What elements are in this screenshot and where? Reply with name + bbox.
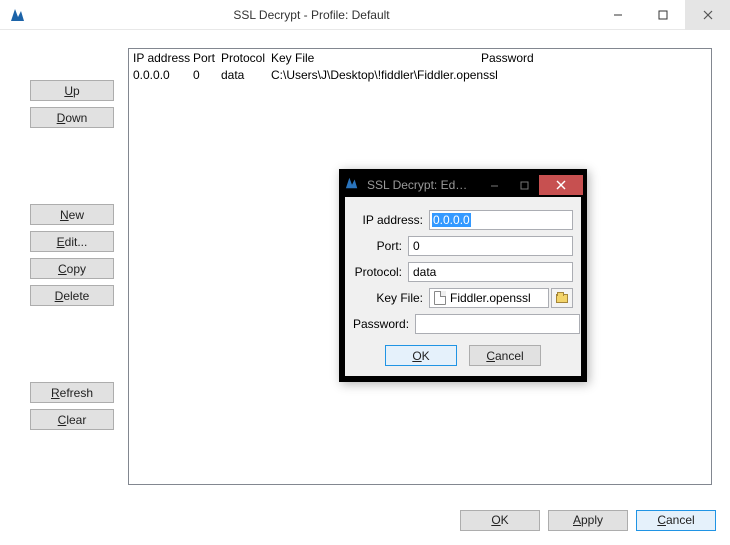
window-title: SSL Decrypt - Profile: Default [28, 8, 595, 22]
dialog-close-button[interactable] [539, 175, 583, 195]
new-label-rest: ew [69, 208, 84, 222]
protocol-field[interactable] [408, 262, 573, 282]
ip-value: 0.0.0.0 [432, 213, 471, 227]
up-button[interactable]: Up [30, 80, 114, 101]
edit-dialog: SSL Decrypt: Ed… IP address: 0.0.0.0 Por… [339, 169, 587, 382]
dialog-app-icon [345, 176, 363, 194]
window-titlebar: SSL Decrypt - Profile: Default [0, 0, 730, 30]
edit-button[interactable]: Edit... [30, 231, 114, 252]
label-password: Password: [353, 317, 409, 331]
delete-button[interactable]: Delete [30, 285, 114, 306]
header-ip: IP address [133, 51, 193, 65]
dialog-maximize-button[interactable] [509, 175, 539, 195]
maximize-button[interactable] [640, 0, 685, 30]
down-label-rest: own [65, 111, 87, 125]
window-controls [595, 0, 730, 30]
copy-button[interactable]: Copy [30, 258, 114, 279]
ok-button[interactable]: OK [460, 510, 540, 531]
label-port: Port: [353, 239, 402, 253]
cell-protocol: data [221, 68, 271, 82]
table-row[interactable]: 0.0.0.0 0 data C:\Users\J\Desktop\!fiddl… [129, 67, 711, 83]
new-button[interactable]: New [30, 204, 114, 225]
clear-label-rest: lear [66, 413, 86, 427]
dialog-ok-button[interactable]: OK [385, 345, 457, 366]
cell-port: 0 [193, 68, 221, 82]
dialog-form: IP address: 0.0.0.0 Port: Protocol: Key … [345, 201, 581, 376]
label-ip: IP address: [353, 213, 423, 227]
dialog-minimize-button[interactable] [479, 175, 509, 195]
cell-keyfile: C:\Users\J\Desktop\!fiddler\Fiddler.open… [271, 68, 481, 82]
keyfile-value: Fiddler.openssl [450, 291, 531, 305]
file-icon [434, 291, 446, 305]
dialog-titlebar[interactable]: SSL Decrypt: Ed… [343, 173, 583, 197]
table-header: IP address Port Protocol Key File Passwo… [129, 49, 711, 67]
minimize-button[interactable] [595, 0, 640, 30]
refresh-button[interactable]: Refresh [30, 382, 114, 403]
header-keyfile: Key File [271, 51, 481, 65]
cancel-button[interactable]: Cancel [636, 510, 716, 531]
folder-icon [556, 294, 568, 303]
dialog-title: SSL Decrypt: Ed… [367, 178, 479, 192]
apply-button[interactable]: Apply [548, 510, 628, 531]
copy-label-rest: opy [67, 262, 86, 276]
header-password: Password [481, 51, 707, 65]
dialog-cancel-rest: ancel [495, 349, 524, 363]
down-button[interactable]: Down [30, 107, 114, 128]
entries-table[interactable]: IP address Port Protocol Key File Passwo… [128, 48, 712, 485]
password-field[interactable] [415, 314, 580, 334]
main-area: Up Down New Edit... Copy Delete Refresh … [0, 30, 730, 495]
apply-rest: pply [581, 513, 603, 527]
cell-ip: 0.0.0.0 [133, 68, 193, 82]
app-icon [8, 5, 28, 25]
dialog-ok-rest: K [422, 349, 430, 363]
header-port: Port [193, 51, 221, 65]
browse-button[interactable] [551, 288, 573, 308]
label-keyfile: Key File: [353, 291, 423, 305]
refresh-label-rest: efresh [60, 386, 93, 400]
dialog-button-bar: OK Apply Cancel [0, 495, 730, 545]
sidebar: Up Down New Edit... Copy Delete Refresh … [0, 30, 128, 495]
delete-label-rest: elete [63, 289, 89, 303]
up-label-rest: p [73, 84, 80, 98]
label-protocol: Protocol: [353, 265, 402, 279]
ip-field[interactable]: 0.0.0.0 [429, 210, 573, 230]
cancel-rest: ancel [666, 513, 695, 527]
dialog-cancel-button[interactable]: Cancel [469, 345, 541, 366]
header-protocol: Protocol [221, 51, 271, 65]
edit-label-rest: dit... [65, 235, 88, 249]
ok-rest: K [501, 513, 509, 527]
keyfile-field[interactable]: Fiddler.openssl [429, 288, 549, 308]
close-button[interactable] [685, 0, 730, 30]
clear-button[interactable]: Clear [30, 409, 114, 430]
port-field[interactable] [408, 236, 573, 256]
